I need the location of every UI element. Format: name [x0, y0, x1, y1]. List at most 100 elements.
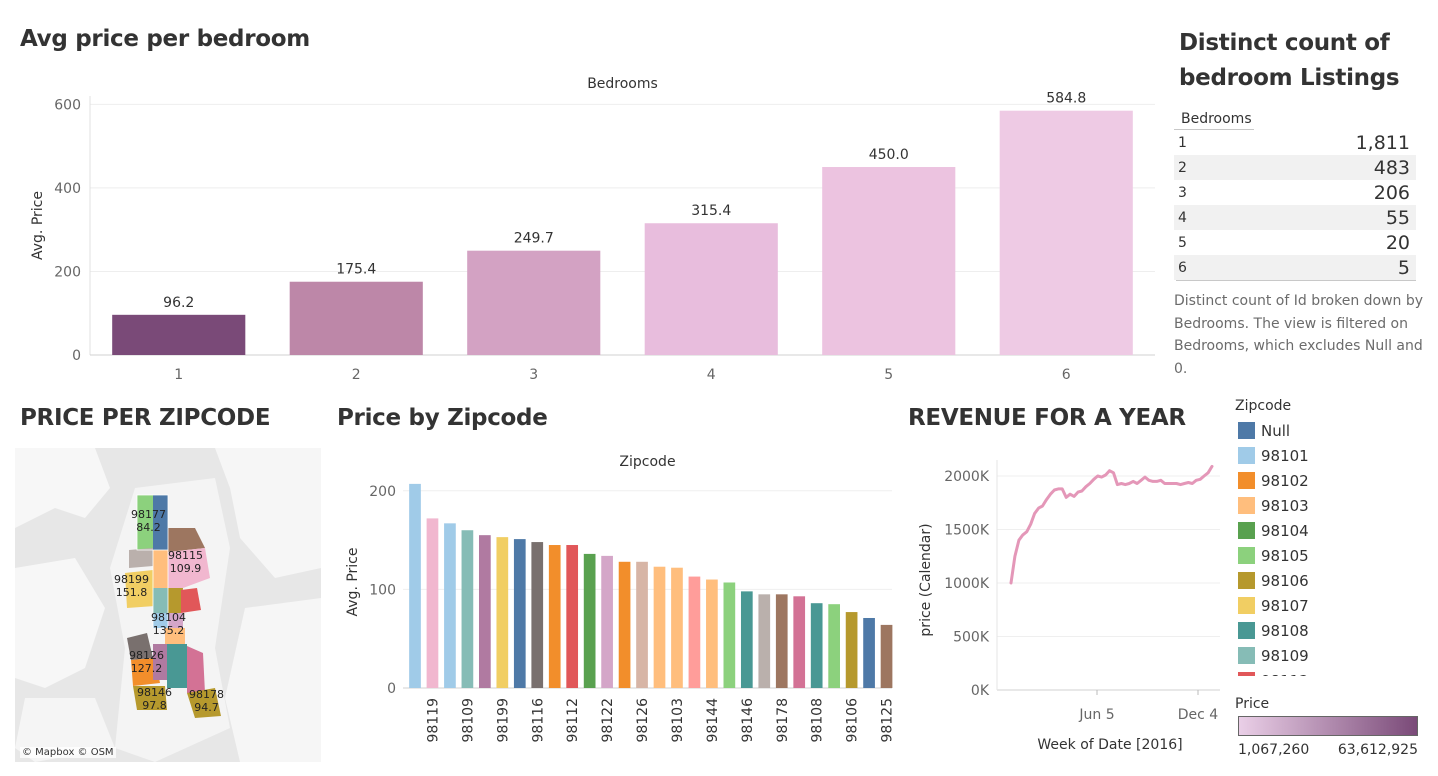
- zip-bar[interactable]: [566, 545, 579, 688]
- zip-bar[interactable]: [479, 535, 491, 688]
- y-tick-label: 200: [369, 484, 396, 500]
- zip-bar[interactable]: [426, 518, 439, 688]
- zip-bar[interactable]: [758, 594, 771, 688]
- zipcode-header: Zipcode: [619, 454, 675, 470]
- zipcode-legend-item[interactable]: 98108: [1232, 618, 1352, 643]
- map-label-zip: 98104: [151, 611, 186, 624]
- bar-bedroom-3[interactable]: [467, 250, 601, 355]
- bar-bedroom-2[interactable]: [289, 281, 423, 355]
- zipcode-legend-item[interactable]: 98112: [1232, 668, 1352, 676]
- map-label-98178: 98178 94.7: [189, 688, 224, 714]
- legend-swatch: [1238, 497, 1255, 514]
- zip-bar[interactable]: [863, 617, 875, 688]
- map-region-98108[interactable]: [167, 644, 187, 688]
- zipcode-map[interactable]: 98177 84.2 98115 109.9 98199 151.8 98104 135.2 9…: [15, 448, 321, 762]
- price-by-zipcode-chart[interactable]: Zipcode 0 100 200 Avg. Price 98119 98109 98199 9…: [330, 440, 900, 776]
- zip-bar[interactable]: [828, 604, 840, 688]
- zip-bar[interactable]: [409, 483, 421, 688]
- map-label-value: 151.8: [115, 586, 148, 599]
- zip-bar[interactable]: [845, 612, 858, 688]
- map-region-98109[interactable]: [153, 588, 168, 613]
- count-table-body: 1 1,811 2 483 3 206 4 55 5 20 6 5: [1174, 130, 1416, 280]
- bar-bedroom-6[interactable]: [999, 110, 1133, 355]
- zip-bar[interactable]: [775, 594, 788, 688]
- zip-bar[interactable]: [444, 523, 456, 688]
- legend-label: Null: [1261, 421, 1291, 440]
- map-canvas[interactable]: [15, 448, 321, 762]
- count-table-row: 2 483: [1174, 155, 1416, 180]
- map-land-se: [225, 598, 321, 762]
- zip-bar[interactable]: [601, 555, 613, 688]
- map-label-98115: 98115 109.9: [168, 549, 203, 575]
- map-label-value: 135.2: [152, 624, 185, 637]
- zipcode-legend-item[interactable]: 98101: [1232, 443, 1352, 468]
- revenue-line-chart[interactable]: 0K 500K 1000K 1500K 2000K price (Calendar) Jun…: [905, 440, 1225, 776]
- revenue-line[interactable]: [1009, 464, 1214, 585]
- legend-label: 98103: [1261, 496, 1309, 515]
- map-region-98103[interactable]: [153, 550, 168, 588]
- map-land-w: [15, 558, 105, 688]
- distinct-count-title-line1: Distinct count of: [1179, 30, 1390, 56]
- zip-bar[interactable]: [653, 566, 666, 688]
- zip-bar[interactable]: [706, 579, 718, 688]
- bar-bedroom-1[interactable]: [112, 314, 246, 355]
- bar-bedroom-4[interactable]: [644, 223, 778, 355]
- zip-bar[interactable]: [810, 603, 823, 688]
- zipcode-legend-list[interactable]: Null 98101 98102 98103 98104 98105 98106 98107 9…: [1232, 418, 1352, 676]
- count-row-bedrooms: 2: [1178, 159, 1187, 176]
- count-table-row: 4 55: [1174, 205, 1416, 230]
- y-tick-label: 0: [72, 348, 81, 364]
- zipcode-legend-item[interactable]: 98104: [1232, 518, 1352, 543]
- zip-bar[interactable]: [880, 624, 893, 688]
- x-tick-label: 98106: [845, 698, 861, 743]
- legend-label: 98106: [1261, 571, 1309, 590]
- map-label-value: 127.2: [130, 662, 163, 675]
- count-row-value: 5: [1397, 256, 1410, 279]
- zipcode-legend-item[interactable]: 98109: [1232, 643, 1352, 668]
- y-tick-label: 1500K: [944, 523, 990, 539]
- zipcode-legend[interactable]: Zipcode Null 98101 98102 98103 98104 98105 981…: [1232, 398, 1352, 676]
- x-tick-label: Dec 4: [1178, 707, 1219, 723]
- map-land-nw: [15, 448, 110, 528]
- zip-bar[interactable]: [723, 582, 736, 688]
- x-tick-label: 6: [1062, 367, 1071, 383]
- x-tick-label: 98103: [670, 698, 686, 743]
- count-table-row: 1 1,811: [1174, 130, 1416, 155]
- zipcode-legend-item[interactable]: 98103: [1232, 493, 1352, 518]
- zip-bar[interactable]: [531, 542, 544, 688]
- zipcode-legend-item[interactable]: 98105: [1232, 543, 1352, 568]
- zipcode-legend-item[interactable]: 98106: [1232, 568, 1352, 593]
- map-attribution[interactable]: © Mapbox © OSM: [20, 747, 116, 758]
- zip-bar[interactable]: [618, 561, 631, 688]
- zip-bar[interactable]: [513, 539, 526, 688]
- zip-bar[interactable]: [636, 561, 648, 688]
- zip-bar[interactable]: [671, 567, 683, 688]
- zip-bar[interactable]: [740, 591, 753, 688]
- count-row-bedrooms: 6: [1178, 259, 1187, 276]
- price-by-zip-title: Price by Zipcode: [337, 405, 548, 431]
- legend-swatch: [1238, 422, 1255, 439]
- map-region-98105[interactable]: [168, 588, 183, 613]
- avg-price-bar-chart[interactable]: Bedrooms 0 200 400 600 Avg. Price 96.2 1 175.4 2 2…: [0, 68, 1160, 390]
- zipcode-legend-item[interactable]: 98102: [1232, 468, 1352, 493]
- zip-bar[interactable]: [496, 537, 509, 688]
- zipcode-legend-item[interactable]: Null: [1232, 418, 1352, 443]
- zipcode-legend-item[interactable]: 98107: [1232, 593, 1352, 618]
- y-tick-label: 0K: [971, 683, 990, 699]
- legend-label: 98102: [1261, 471, 1309, 490]
- bar-bedroom-5[interactable]: [822, 167, 956, 355]
- zip-bar[interactable]: [793, 596, 806, 688]
- zipcode-legend-title: Zipcode: [1235, 398, 1292, 414]
- zip-bar[interactable]: [583, 553, 596, 688]
- map-label-value: 97.8: [142, 699, 167, 712]
- zip-bar[interactable]: [548, 545, 561, 688]
- x-tick-label: 98178: [775, 698, 791, 743]
- map-region-98117[interactable]: [129, 548, 153, 568]
- count-row-bedrooms: 1: [1178, 134, 1187, 151]
- zip-bar[interactable]: [461, 530, 474, 688]
- legend-swatch: [1238, 572, 1255, 589]
- map-region-98118[interactable]: [187, 646, 205, 693]
- bar-value-label: 175.4: [336, 262, 376, 278]
- distinct-count-caption: Distinct count of Id broken down by Bedr…: [1174, 293, 1424, 377]
- zip-bar[interactable]: [688, 576, 701, 688]
